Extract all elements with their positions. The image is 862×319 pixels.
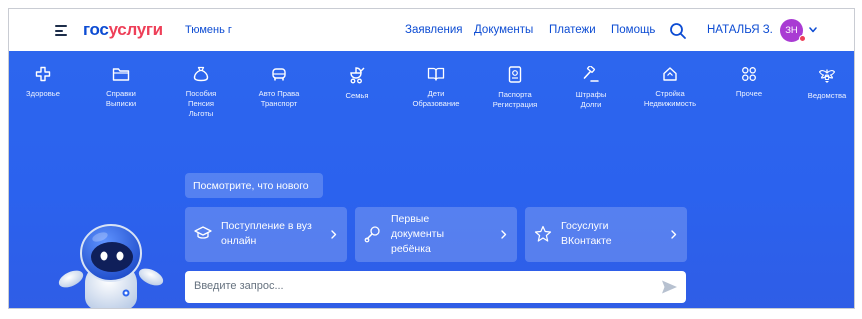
rattle-icon: [364, 226, 380, 243]
category-construction[interactable]: Стройка Недвижимость: [639, 66, 701, 109]
search-placeholder: Введите запрос...: [194, 280, 284, 292]
category-label: Здоровье: [26, 89, 60, 98]
logo-part-gos: гос: [83, 20, 109, 39]
nav-applications[interactable]: Заявления: [405, 24, 463, 36]
card-gosuslugi-vk[interactable]: Госуслуги ВКонтакте: [525, 207, 687, 262]
category-family[interactable]: Семья: [331, 66, 383, 101]
stroller-icon: [350, 67, 365, 84]
category-label: Паспорта Регистрация: [492, 90, 538, 109]
category-passports[interactable]: Паспорта Регистрация: [487, 66, 543, 110]
chevron-right-icon: [501, 230, 507, 239]
category-label: Пособия Пенсия Льготы: [185, 89, 217, 118]
book-icon: [427, 67, 445, 81]
category-label: Штрафы Долги: [575, 90, 607, 109]
card-text: Поступление в вуз: [221, 220, 312, 232]
browser-viewport: госуслуги Тюмень г Заявления Документы П…: [8, 8, 855, 309]
nav-help[interactable]: Помощь: [611, 24, 655, 36]
house-icon: [663, 67, 677, 81]
category-agencies[interactable]: Ведомства: [801, 66, 853, 101]
category-label: Стройка Недвижимость: [643, 89, 697, 108]
card-text: Госуслуги: [561, 220, 609, 232]
category-label: Прочее: [735, 89, 763, 98]
robot-mascot-icon[interactable]: [55, 223, 167, 309]
category-other[interactable]: Прочее: [727, 66, 771, 99]
category-health[interactable]: Здоровье: [17, 66, 69, 99]
search-input[interactable]: Введите запрос...: [185, 271, 686, 303]
search-icon[interactable]: [669, 22, 687, 40]
card-university-admission[interactable]: Поступление в вуз онлайн: [185, 207, 347, 262]
hamburger-icon[interactable]: [55, 25, 67, 36]
card-text: документы: [391, 228, 445, 240]
nav-payments[interactable]: Платежи: [549, 24, 596, 36]
category-benefits[interactable]: Пособия Пенсия Льготы: [175, 66, 227, 119]
city-selector[interactable]: Тюмень г: [185, 24, 232, 36]
category-auto[interactable]: Авто Права Транспорт: [251, 66, 307, 109]
category-education[interactable]: Дети Образование: [409, 66, 463, 109]
user-name[interactable]: НАТАЛЬЯ З.: [707, 24, 773, 36]
card-text: Первые: [391, 213, 430, 225]
category-label: Дети Образование: [412, 89, 460, 108]
passport-icon: [508, 66, 522, 83]
grid-icon: [742, 67, 756, 81]
category-fines[interactable]: Штрафы Долги: [567, 66, 615, 110]
nav-documents[interactable]: Документы: [474, 24, 533, 36]
card-text: онлайн: [221, 235, 257, 247]
category-label: Ведомства: [807, 91, 847, 100]
card-child-documents[interactable]: Первые документы ребёнка: [355, 207, 517, 262]
hero-section: Здоровье Справки Выписки Пособия Пенсия …: [9, 51, 854, 309]
gavel-icon: [583, 66, 599, 82]
money-bag-icon: [193, 66, 209, 82]
card-text: ВКонтакте: [561, 235, 612, 247]
card-text: ребёнка: [391, 243, 431, 255]
chevron-down-icon[interactable]: [809, 27, 817, 33]
coat-of-arms-icon: [818, 69, 836, 83]
gosuslugi-logo[interactable]: госуслуги: [83, 20, 163, 40]
category-certificates[interactable]: Справки Выписки: [95, 66, 147, 109]
health-cross-icon: [35, 66, 51, 82]
category-label: Авто Права Транспорт: [258, 89, 300, 108]
category-label: Справки Выписки: [105, 89, 137, 108]
folder-icon: [112, 68, 130, 81]
chevron-right-icon: [671, 230, 677, 239]
send-arrow-icon[interactable]: [661, 279, 678, 295]
car-icon: [272, 68, 286, 81]
logo-part-uslugi: услуги: [108, 20, 164, 39]
site-header: госуслуги Тюмень г Заявления Документы П…: [9, 9, 854, 51]
chevron-right-icon: [331, 230, 337, 239]
notification-dot: [799, 35, 806, 42]
graduation-cap-icon: [194, 226, 212, 239]
star-icon: [534, 225, 552, 242]
category-label: Семья: [345, 91, 369, 100]
whats-new-button[interactable]: Посмотрите, что нового: [185, 173, 323, 198]
